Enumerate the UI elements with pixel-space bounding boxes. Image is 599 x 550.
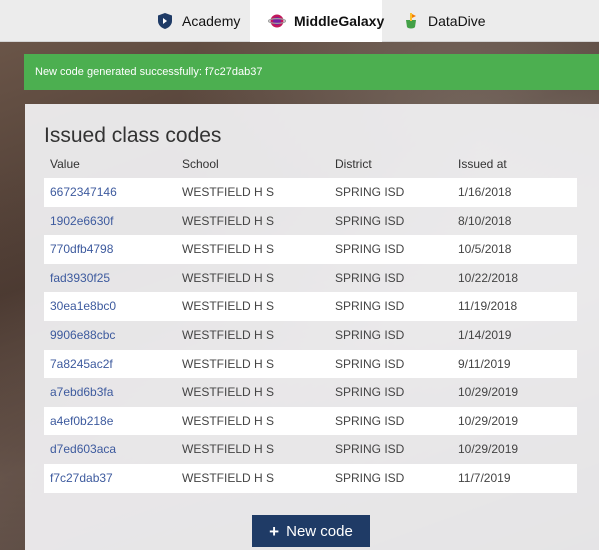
new-code-button[interactable]: + New code bbox=[252, 515, 370, 547]
table-row: fad3930f25 WESTFIELD H S SPRING ISD 10/2… bbox=[44, 264, 577, 293]
school-cell: WESTFIELD H S bbox=[182, 185, 275, 199]
school-cell: WESTFIELD H S bbox=[182, 413, 275, 428]
issued-at-cell: 11/19/2018 bbox=[458, 299, 518, 314]
column-header-school: School bbox=[182, 157, 219, 171]
district-cell: SPRING ISD bbox=[335, 413, 405, 428]
success-banner: New code generated successfully: f7c27da… bbox=[24, 54, 599, 90]
tab-datadive[interactable]: DataDive bbox=[384, 0, 494, 42]
galaxy-icon bbox=[267, 12, 287, 30]
issued-at-cell: 1/14/2019 bbox=[458, 327, 512, 342]
class-codes-table: 6672347146 WESTFIELD H S SPRING ISD 1/16… bbox=[44, 178, 577, 493]
school-cell: WESTFIELD H S bbox=[182, 270, 275, 285]
shield-icon bbox=[156, 12, 174, 30]
code-value-link[interactable]: fad3930f25 bbox=[50, 264, 110, 293]
tab-label: DataDive bbox=[428, 13, 486, 29]
table-row: 1902e6630f WESTFIELD H S SPRING ISD 8/10… bbox=[44, 207, 577, 236]
column-header-district: District bbox=[335, 157, 372, 171]
new-code-label: New code bbox=[286, 522, 353, 540]
table-row: d7ed603aca WESTFIELD H S SPRING ISD 10/2… bbox=[44, 435, 577, 464]
table-row: 7a8245ac2f WESTFIELD H S SPRING ISD 9/11… bbox=[44, 349, 577, 379]
tab-academy[interactable]: Academy bbox=[138, 0, 248, 42]
school-cell: WESTFIELD H S bbox=[182, 213, 275, 228]
district-cell: SPRING ISD bbox=[335, 442, 405, 457]
code-value-link[interactable]: 1902e6630f bbox=[50, 207, 113, 236]
tab-label: MiddleGalaxy bbox=[294, 13, 385, 29]
issued-at-cell: 10/29/2019 bbox=[458, 442, 519, 457]
table-row: 30ea1e8bc0 WESTFIELD H S SPRING ISD 11/1… bbox=[44, 292, 577, 321]
table-row: 770dfb4798 WESTFIELD H S SPRING ISD 10/5… bbox=[44, 235, 577, 264]
school-cell: WESTFIELD H S bbox=[182, 242, 275, 257]
district-cell: SPRING ISD bbox=[335, 385, 405, 400]
code-value-link[interactable]: d7ed603aca bbox=[50, 435, 116, 464]
issued-at-cell: 10/29/2019 bbox=[458, 385, 519, 400]
school-cell: WESTFIELD H S bbox=[182, 327, 275, 342]
code-value-link[interactable]: f7c27dab37 bbox=[50, 464, 113, 493]
school-cell: WESTFIELD H S bbox=[182, 356, 275, 371]
code-value-link[interactable]: 9906e88cbc bbox=[50, 321, 115, 350]
issued-at-cell: 10/22/2018 bbox=[458, 270, 519, 285]
issued-at-cell: 11/7/2019 bbox=[458, 470, 511, 485]
tab-label: Academy bbox=[182, 13, 241, 29]
district-cell: SPRING ISD bbox=[335, 213, 405, 228]
tab-middlegalaxy[interactable]: MiddleGalaxy bbox=[250, 0, 385, 42]
district-cell: SPRING ISD bbox=[335, 327, 405, 342]
issued-at-cell: 10/5/2018 bbox=[458, 242, 512, 257]
table-row: 6672347146 WESTFIELD H S SPRING ISD 1/16… bbox=[44, 178, 577, 207]
datadive-icon bbox=[402, 12, 420, 30]
page-title: Issued class codes bbox=[44, 124, 222, 147]
district-cell: SPRING ISD bbox=[335, 185, 405, 199]
column-header-value: Value bbox=[50, 157, 80, 171]
district-cell: SPRING ISD bbox=[335, 299, 405, 314]
plus-icon: + bbox=[269, 521, 280, 541]
code-value-link[interactable]: 7a8245ac2f bbox=[50, 350, 113, 379]
success-message: New code generated successfully: f7c27da… bbox=[35, 66, 263, 78]
school-cell: WESTFIELD H S bbox=[182, 470, 275, 485]
school-cell: WESTFIELD H S bbox=[182, 385, 275, 400]
code-value-link[interactable]: a4ef0b218e bbox=[50, 407, 113, 436]
code-value-link[interactable]: 770dfb4798 bbox=[50, 235, 113, 264]
code-value-link[interactable]: 30ea1e8bc0 bbox=[50, 292, 116, 321]
district-cell: SPRING ISD bbox=[335, 242, 405, 257]
issued-at-cell: 1/16/2018 bbox=[458, 185, 512, 199]
code-value-link[interactable]: a7ebd6b3fa bbox=[50, 378, 113, 407]
school-cell: WESTFIELD H S bbox=[182, 299, 275, 314]
code-value-link[interactable]: 6672347146 bbox=[50, 178, 117, 207]
class-codes-panel: Issued class codes Value School District… bbox=[25, 104, 599, 550]
table-row: a7ebd6b3fa WESTFIELD H S SPRING ISD 10/2… bbox=[44, 378, 577, 407]
district-cell: SPRING ISD bbox=[335, 470, 405, 485]
issued-at-cell: 10/29/2019 bbox=[458, 413, 519, 428]
issued-at-cell: 8/10/2018 bbox=[458, 213, 512, 228]
table-row: a4ef0b218e WESTFIELD H S SPRING ISD 10/2… bbox=[44, 406, 577, 436]
issued-at-cell: 9/11/2019 bbox=[458, 356, 511, 371]
table-row: f7c27dab37 WESTFIELD H S SPRING ISD 11/7… bbox=[44, 463, 577, 493]
app-tab-bar: Academy MiddleGalaxy DataDive bbox=[0, 0, 599, 42]
school-cell: WESTFIELD H S bbox=[182, 442, 275, 457]
column-header-issued-at: Issued at bbox=[458, 157, 507, 171]
table-row: 9906e88cbc WESTFIELD H S SPRING ISD 1/14… bbox=[44, 321, 577, 350]
district-cell: SPRING ISD bbox=[335, 356, 405, 371]
district-cell: SPRING ISD bbox=[335, 270, 405, 285]
